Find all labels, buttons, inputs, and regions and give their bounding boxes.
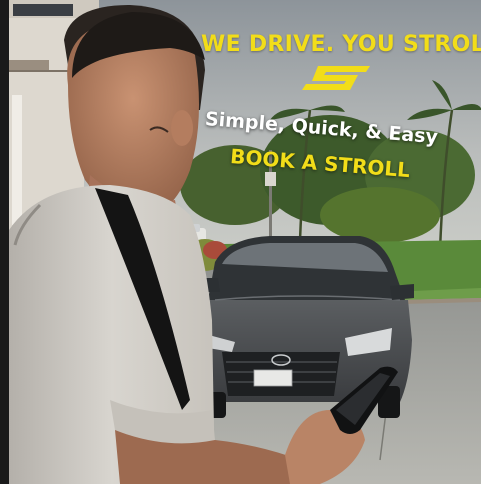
stroll-s-logo-icon [302,66,370,90]
book-a-stroll-text: BOOK A STROLL [229,144,411,183]
ad-image: WE DRIVE. YOU STROLL. Simple, Quick, & E… [0,0,481,484]
photo-scene [0,0,481,484]
headline-text: WE DRIVE. YOU STROLL. [201,32,481,57]
tagline-group: Simple, Quick, & Easy BOOK A STROLL [197,108,475,239]
